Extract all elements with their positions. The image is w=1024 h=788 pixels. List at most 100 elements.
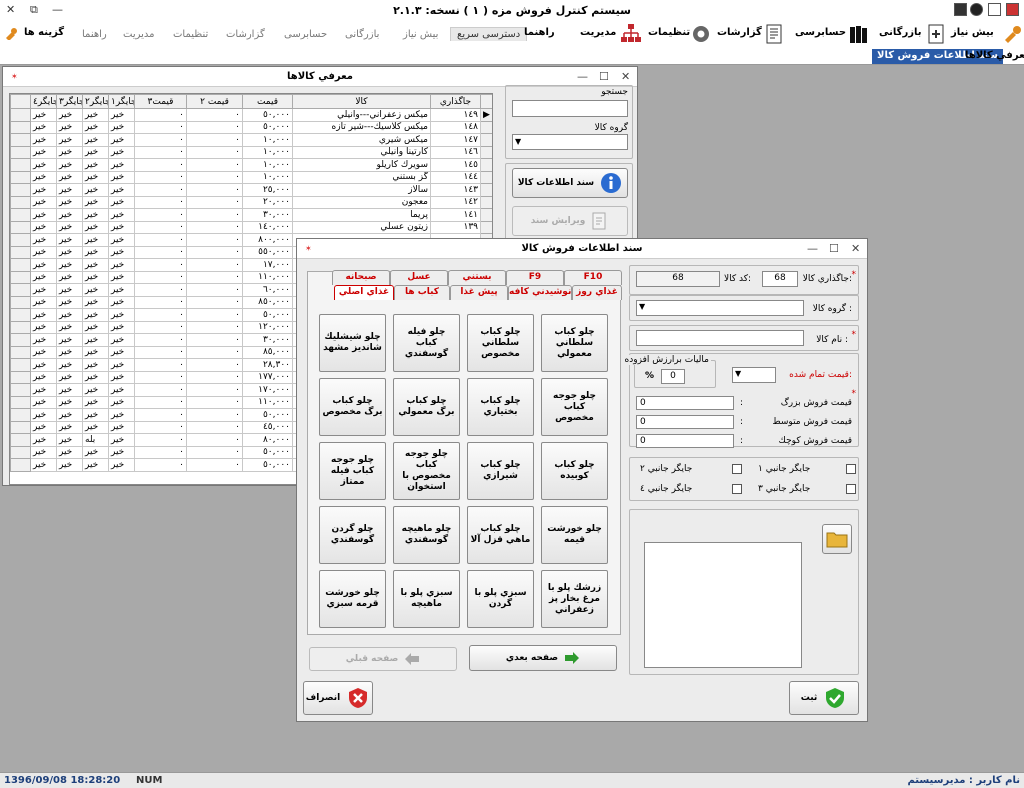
table-cell[interactable]: ١٤١	[430, 208, 481, 222]
table-cell[interactable]: خير	[82, 308, 109, 322]
side2-checkbox[interactable]	[732, 464, 742, 474]
row-indicator[interactable]	[480, 133, 492, 147]
table-cell[interactable]: ٠	[186, 183, 243, 197]
food-item-button[interactable]: چلو كباب ماهي قزل آلا	[467, 506, 534, 564]
table-cell[interactable]: ١١٠,٠٠٠	[242, 270, 293, 284]
table-cell[interactable]: ٤٥,٠٠٠	[242, 420, 293, 434]
table-cell[interactable]: خير	[56, 258, 83, 272]
table-cell[interactable]: خير	[30, 383, 57, 397]
food-item-button[interactable]: چلو كباب كوبيده	[541, 442, 608, 500]
table-cell[interactable]: ٦٠,٠٠٠	[242, 283, 293, 297]
table-cell[interactable]: خير	[30, 133, 57, 147]
table-cell[interactable]: ١٠,٠٠٠	[242, 145, 293, 159]
table-cell[interactable]: ١٤٧	[430, 133, 481, 147]
table-cell[interactable]: خير	[56, 183, 83, 197]
table-cell[interactable]: ٠	[186, 270, 243, 284]
table-cell[interactable]: خير	[108, 433, 135, 447]
table-cell[interactable]: ميكس زعفراني---وانيلي	[292, 108, 431, 122]
table-cell[interactable]: خير	[30, 258, 57, 272]
table-cell[interactable]: ٠	[186, 233, 243, 247]
tab-help[interactable]: راهنما	[82, 29, 107, 40]
table-cell[interactable]: خير	[82, 233, 109, 247]
table-cell[interactable]: خير	[56, 233, 83, 247]
category-tab[interactable]: غذاي اصلي	[334, 285, 394, 300]
maximize-icon[interactable]: ☐	[829, 242, 839, 255]
column-header[interactable]: جايگر١	[108, 94, 135, 109]
table-cell[interactable]: خير	[108, 195, 135, 209]
table-cell[interactable]: ٠	[186, 283, 243, 297]
tab-audit[interactable]: حسابرسی	[284, 29, 327, 40]
table-cell[interactable]: خير	[30, 395, 57, 409]
table-cell[interactable]: ٠	[134, 308, 187, 322]
row-indicator[interactable]	[480, 183, 492, 197]
table-cell[interactable]: زيتون عسلي	[292, 220, 431, 234]
table-cell[interactable]: ٢٥,٠٠٠	[242, 183, 293, 197]
table-cell[interactable]: خير	[108, 183, 135, 197]
table-row[interactable]: خير خير خير خير ٠ ٠ ١٠,٠٠٠ سويرك كاريلو ١٤٥	[10, 158, 492, 172]
table-cell[interactable]: ٠	[186, 108, 243, 122]
column-header[interactable]: قيمت	[242, 94, 293, 109]
table-cell[interactable]: ٠	[186, 158, 243, 172]
table-cell[interactable]: خير	[82, 245, 109, 259]
food-item-button[interactable]: چلو كباب برگ معمولي	[393, 378, 460, 436]
table-cell[interactable]: خير	[108, 258, 135, 272]
table-cell[interactable]: ٠	[134, 233, 187, 247]
table-cell[interactable]: ٠	[134, 245, 187, 259]
placement-field[interactable]: 68	[762, 271, 798, 287]
food-item-button[interactable]: سبزي پلو با ماهيچه	[393, 570, 460, 628]
maximize-icon[interactable]: ☐	[599, 70, 609, 83]
cancel-button[interactable]: انصراف	[303, 681, 373, 715]
table-cell[interactable]: ٠	[134, 420, 187, 434]
table-cell[interactable]: خير	[30, 195, 57, 209]
food-item-button[interactable]: چلو كباب برگ مخصوص	[319, 378, 386, 436]
goods-info-button[interactable]: سند اطلاعات كالا	[512, 168, 628, 198]
table-cell[interactable]: خير	[30, 433, 57, 447]
table-cell[interactable]: خير	[56, 220, 83, 234]
table-cell[interactable]: ٠	[134, 383, 187, 397]
table-cell[interactable]: ٠	[134, 433, 187, 447]
table-cell[interactable]: سويرك كاريلو	[292, 158, 431, 172]
table-cell[interactable]: ٣٠,٠٠٠	[242, 208, 293, 222]
table-cell[interactable]: خير	[56, 358, 83, 372]
table-cell[interactable]: كارتينا وانيلي	[292, 145, 431, 159]
menu-help[interactable]: راهنما	[524, 27, 555, 38]
table-cell[interactable]: ٠	[134, 108, 187, 122]
table-cell[interactable]: خير	[30, 270, 57, 284]
table-cell[interactable]: خير	[56, 320, 83, 334]
table-cell[interactable]: ٠	[134, 158, 187, 172]
table-cell[interactable]: خير	[82, 408, 109, 422]
table-cell[interactable]: خير	[56, 433, 83, 447]
table-cell[interactable]: ٢٠,٠٠٠	[242, 195, 293, 209]
table-cell[interactable]: ٠	[186, 245, 243, 259]
table-cell[interactable]: خير	[82, 395, 109, 409]
table-cell[interactable]: خير	[108, 345, 135, 359]
table-cell[interactable]: ٠	[186, 420, 243, 434]
table-cell[interactable]: ٥٥٠,٠٠٠	[242, 245, 293, 259]
table-cell[interactable]: خير	[82, 208, 109, 222]
table-cell[interactable]: ١٧٠,٠٠٠	[242, 383, 293, 397]
table-cell[interactable]: ميكس كلاسيك---شير تازه	[292, 120, 431, 134]
table-cell[interactable]: خير	[30, 283, 57, 297]
goods-name-input[interactable]	[636, 330, 804, 346]
category-tab[interactable]: غذاي روز	[572, 285, 622, 300]
food-item-button[interactable]: سبزي پلو با گردن	[467, 570, 534, 628]
table-cell[interactable]: خير	[108, 308, 135, 322]
table-cell[interactable]: ٠	[134, 133, 187, 147]
table-cell[interactable]: خير	[108, 408, 135, 422]
table-row[interactable]: خير خير خير خير ٠ ٠ ٢٥,٠٠٠ سالاز ١٤٣	[10, 183, 492, 197]
food-item-button[interactable]: چلو ماهيچه گوسفندي	[393, 506, 460, 564]
goods-group-select[interactable]: ▼	[636, 300, 804, 316]
food-item-button[interactable]: چلو خورشت قرمه سبزي	[319, 570, 386, 628]
table-cell[interactable]: خير	[108, 358, 135, 372]
food-item-button[interactable]: چلو كباب شيرازي	[467, 442, 534, 500]
table-cell[interactable]: گز بستني	[292, 170, 431, 184]
table-cell[interactable]: خير	[82, 283, 109, 297]
table-cell[interactable]: خير	[82, 295, 109, 309]
table-cell[interactable]: خير	[82, 358, 109, 372]
category-tab[interactable]: پيش غذا	[450, 285, 508, 300]
table-cell[interactable]: ١٧,٠٠٠	[242, 258, 293, 272]
table-cell[interactable]: ٥٠,٠٠٠	[242, 408, 293, 422]
table-cell[interactable]: خير	[82, 370, 109, 384]
table-cell[interactable]: خير	[108, 395, 135, 409]
category-tab[interactable]: كباب ها	[394, 285, 450, 300]
